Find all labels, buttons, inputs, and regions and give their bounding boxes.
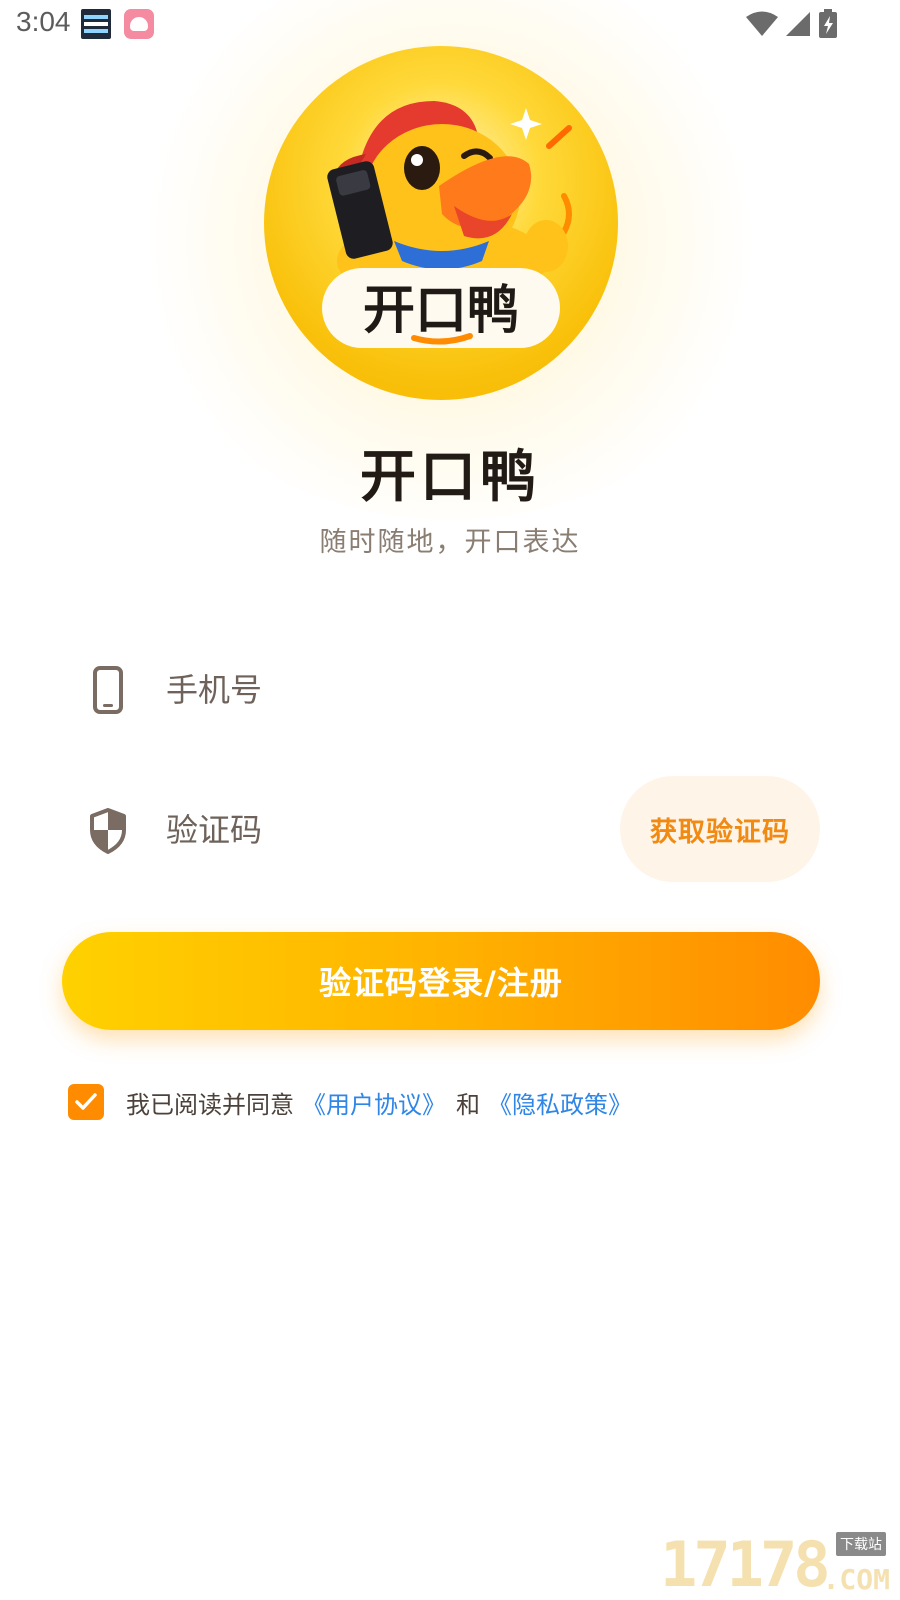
check-icon <box>75 1093 97 1110</box>
duck-mascot-icon: 开口鸭 <box>322 101 572 348</box>
phone-field[interactable] <box>62 640 820 740</box>
user-agreement-link[interactable]: 《用户协议》 <box>302 1085 446 1120</box>
app-notification-icon <box>124 9 154 39</box>
system-icons <box>746 8 840 40</box>
agreement-checkbox[interactable] <box>68 1084 104 1120</box>
watermark-logo: 17178 下载站 .COM <box>660 1526 890 1596</box>
code-input[interactable] <box>166 802 606 858</box>
agreement-and: 和 <box>456 1090 480 1119</box>
app-title: 开口鸭 <box>360 445 540 510</box>
agreement-text: 我已阅读并同意 <box>126 1090 294 1119</box>
agreement-row: 我已阅读并同意 《用户协议》 和 《隐私政策》 <box>68 1082 632 1122</box>
code-field[interactable]: 获取验证码 <box>62 776 820 882</box>
wifi-icon <box>746 11 778 36</box>
get-code-button[interactable]: 获取验证码 <box>620 776 820 882</box>
watermark-domain: .COM <box>822 1563 890 1596</box>
dashboard-notification-icon <box>81 9 111 39</box>
login-register-button[interactable]: 验证码登录/注册 <box>62 932 820 1030</box>
shield-icon <box>90 808 126 854</box>
app-logo: 开口鸭 <box>264 46 618 400</box>
watermark-tag: 下载站 <box>836 1532 886 1556</box>
privacy-policy-link[interactable]: 《隐私政策》 <box>488 1085 632 1120</box>
phone-input[interactable] <box>166 662 606 718</box>
cellular-signal-icon <box>786 12 810 36</box>
watermark-number: 17178 <box>660 1528 831 1600</box>
phone-icon <box>93 666 123 714</box>
status-time: 3:04 <box>16 6 71 37</box>
battery-charging-icon <box>819 9 837 38</box>
logo-text: 开口鸭 <box>363 281 519 341</box>
app-slogan: 随时随地，开口表达 <box>319 527 581 558</box>
